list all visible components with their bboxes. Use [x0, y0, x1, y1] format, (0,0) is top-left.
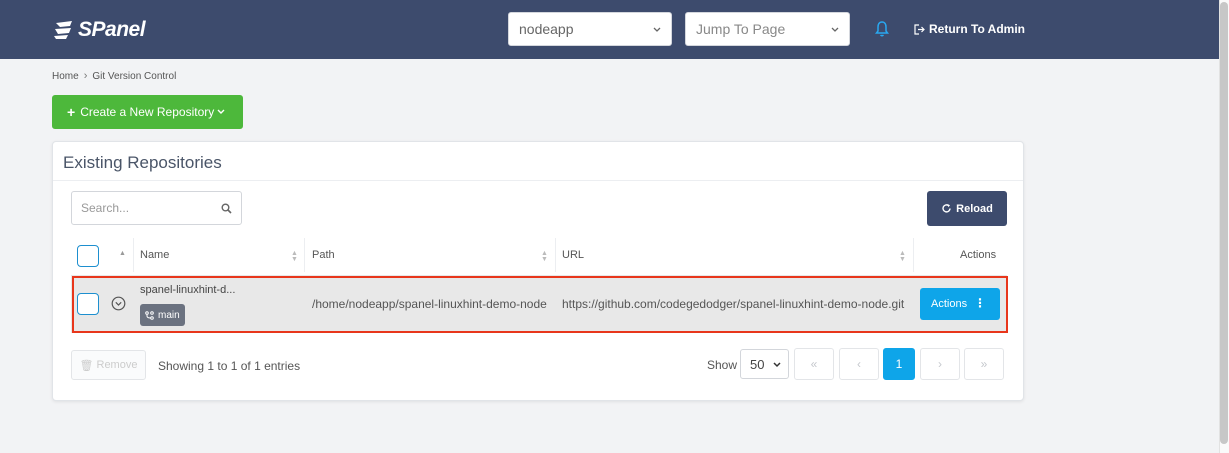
refresh-icon	[942, 204, 951, 213]
account-select[interactable]: nodeapp	[508, 12, 672, 46]
existing-repositories-card: Existing Repositories Search... Reload ▲…	[52, 141, 1024, 401]
create-repository-label: Create a New Repository	[80, 105, 215, 119]
column-url-label: URL	[562, 249, 585, 261]
chevron-down-icon	[217, 109, 225, 114]
create-repository-button[interactable]: + Create a New Repository	[52, 95, 243, 129]
page-scrollbar-thumb[interactable]	[1220, 2, 1228, 444]
search-icon	[221, 203, 232, 214]
chevron-right-icon: ›	[83, 70, 88, 82]
remove-label: Remove	[96, 359, 138, 371]
show-label: Show	[707, 358, 738, 372]
spanel-logo-icon	[54, 21, 72, 39]
per-page-value: 50	[750, 356, 765, 372]
trash-icon: 🗑	[79, 359, 94, 372]
column-path-label: Path	[312, 249, 335, 261]
next-page-button[interactable]: ›	[920, 348, 960, 380]
logo-text: SPanel	[78, 18, 146, 41]
current-page-label: 1	[895, 357, 903, 371]
chevron-left-icon: ‹	[857, 357, 861, 371]
chevron-down-icon	[653, 27, 661, 32]
reload-button[interactable]: Reload	[927, 191, 1007, 226]
search-input[interactable]: Search...	[71, 191, 242, 225]
entries-info: Showing 1 to 1 of 1 entries	[158, 359, 301, 373]
sort-up-icon[interactable]: ▲	[119, 250, 126, 257]
breadcrumb-home[interactable]: Home	[52, 71, 79, 82]
select-all-checkbox[interactable]	[77, 245, 99, 267]
chevron-right-icon: ›	[938, 357, 942, 371]
per-page-select[interactable]: 50	[740, 349, 789, 379]
column-header-path[interactable]: Path	[312, 238, 335, 272]
page-button-current[interactable]: 1	[883, 348, 915, 380]
sort-icon[interactable]: ▲ ▼	[541, 250, 548, 263]
reload-label: Reload	[956, 202, 993, 215]
sort-icon[interactable]: ▲ ▼	[899, 250, 906, 263]
double-chevron-left-icon: «	[810, 357, 818, 371]
search-placeholder: Search...	[81, 201, 130, 215]
breadcrumb: Home › Git Version Control	[52, 70, 176, 82]
card-divider	[53, 180, 1023, 181]
account-select-value: nodeapp	[519, 21, 574, 37]
column-divider	[913, 238, 914, 272]
top-bar: SPanel nodeapp Jump To Page Return To Ad…	[0, 0, 1219, 59]
chevron-down-icon	[831, 27, 839, 32]
jump-select-value: Jump To Page	[696, 21, 786, 37]
column-header-url[interactable]: URL	[562, 238, 584, 272]
column-divider	[304, 238, 305, 272]
bell-icon[interactable]	[874, 20, 890, 38]
plus-icon: +	[67, 104, 76, 120]
jump-to-page-select[interactable]: Jump To Page	[685, 12, 850, 46]
card-title: Existing Repositories	[63, 153, 222, 172]
return-to-admin-label: Return To Admin	[929, 22, 1025, 36]
column-header-actions: Actions	[960, 238, 996, 272]
return-to-admin-link[interactable]: Return To Admin	[914, 22, 1025, 36]
chevron-down-icon	[773, 362, 781, 368]
column-divider	[555, 238, 556, 272]
row-highlight-outline	[72, 276, 1008, 333]
last-page-button[interactable]: »	[964, 348, 1004, 380]
sign-out-icon	[914, 23, 925, 35]
remove-button[interactable]: 🗑 Remove	[71, 350, 146, 380]
breadcrumb-current: Git Version Control	[92, 70, 177, 82]
first-page-button[interactable]: «	[794, 348, 834, 380]
double-chevron-right-icon: »	[980, 357, 988, 371]
column-name-label: Name	[140, 249, 170, 261]
sort-icon[interactable]: ▲ ▼	[291, 250, 298, 263]
column-header-name[interactable]: Name	[140, 238, 169, 272]
spanel-logo[interactable]: SPanel	[52, 16, 146, 44]
previous-page-button[interactable]: ‹	[839, 348, 879, 380]
column-actions-label: Actions	[960, 249, 997, 261]
column-divider	[133, 238, 134, 272]
